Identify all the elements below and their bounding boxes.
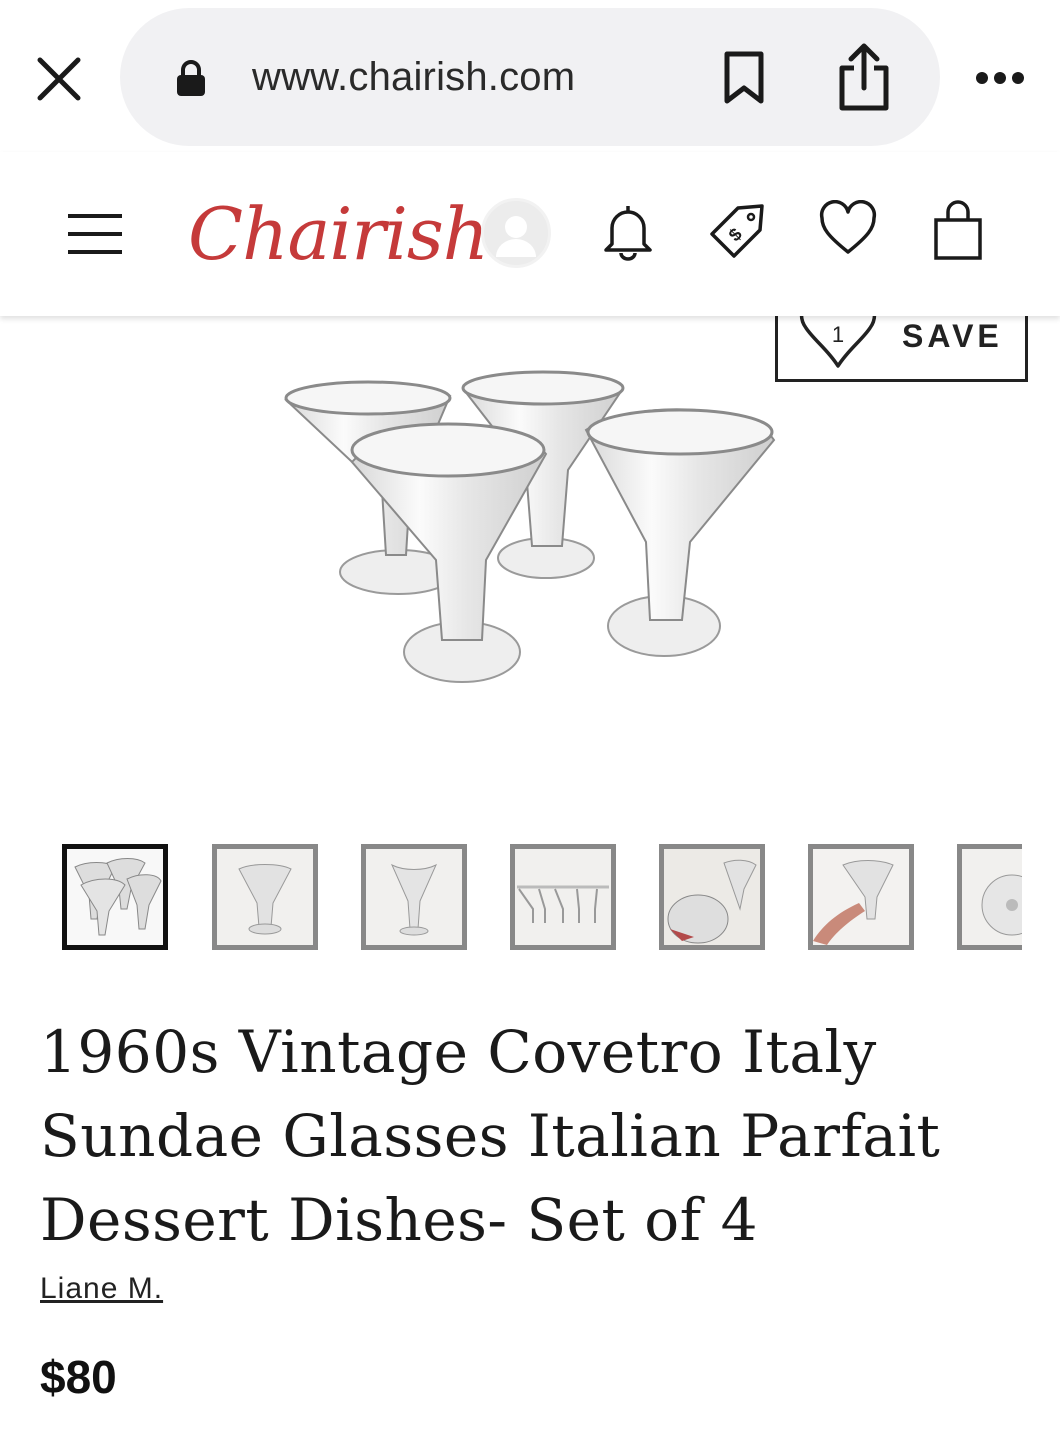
avatar-icon[interactable] — [481, 198, 551, 268]
product-image[interactable] — [270, 350, 790, 710]
product-price: $80 — [40, 1351, 117, 1403]
thumbnail[interactable] — [62, 844, 168, 950]
price-tag-icon[interactable]: $ — [706, 200, 766, 262]
thumbnail[interactable] — [212, 844, 318, 950]
site-logo[interactable]: Chairish — [188, 188, 489, 280]
close-icon[interactable] — [30, 50, 88, 108]
seller-link[interactable]: Liane M. — [40, 1272, 163, 1306]
svg-text:$: $ — [725, 224, 746, 245]
menu-icon[interactable] — [66, 212, 124, 256]
thumbnail-strip — [62, 844, 1022, 954]
site-header: Chairish $ — [0, 152, 1060, 316]
save-count: 1 — [832, 322, 844, 347]
browser-bar: www.chairish.com — [0, 0, 1060, 152]
sundae-glass — [584, 408, 776, 657]
thumbnail[interactable] — [957, 844, 1022, 950]
bookmark-icon[interactable] — [722, 50, 766, 106]
bell-icon[interactable] — [598, 200, 658, 262]
product-title: 1960s Vintage Covetro Italy Sundae Glass… — [40, 1018, 941, 1254]
more-icon[interactable] — [970, 58, 1030, 98]
save-label: SAVE — [902, 318, 1003, 354]
thumbnail[interactable] — [361, 844, 467, 950]
lock-icon — [175, 58, 207, 98]
shopping-bag-icon[interactable] — [928, 200, 988, 262]
thumbnail[interactable] — [659, 844, 765, 950]
heart-icon[interactable] — [818, 199, 878, 262]
share-icon[interactable] — [836, 42, 892, 112]
url-text[interactable]: www.chairish.com — [252, 52, 575, 102]
thumbnail[interactable] — [808, 844, 914, 950]
thumbnail[interactable] — [510, 844, 616, 950]
